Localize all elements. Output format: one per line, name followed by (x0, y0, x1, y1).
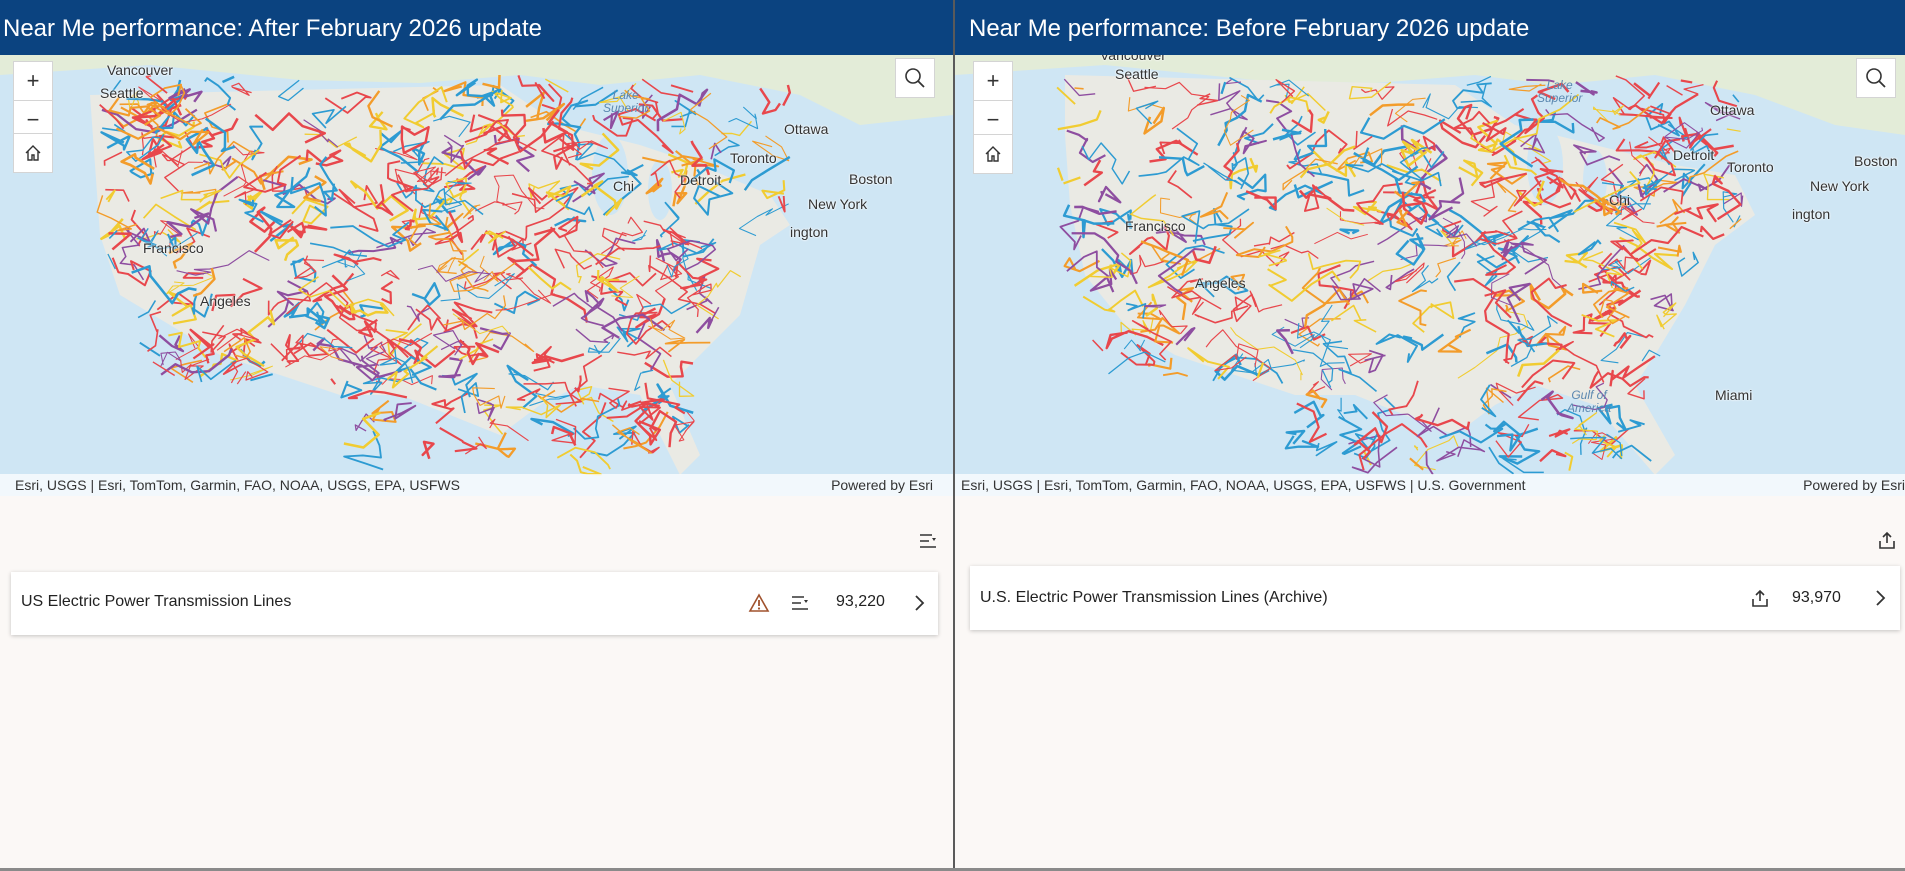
map-attribution: Esri, USGS | Esri, TomTom, Garmin, FAO, … (955, 474, 1905, 496)
layer-card[interactable]: US Electric Power Transmission Lines 93,… (11, 572, 938, 635)
chevron-right-icon (1876, 590, 1886, 606)
city-label: Francisco (143, 240, 204, 256)
search-icon (905, 68, 925, 88)
city-label: Chi (613, 178, 635, 194)
city-label: Toronto (730, 150, 777, 166)
city-label: Francisco (1125, 218, 1186, 234)
feature-count: 93,220 (836, 593, 885, 610)
city-label: Detroit (680, 172, 722, 188)
zoom-in-button[interactable]: + (973, 61, 1013, 101)
city-label: Miami (1715, 387, 1753, 403)
city-label: ington (1792, 206, 1831, 222)
warning-icon (748, 593, 770, 612)
left-panel: Near Me performance: After February 2026… (0, 0, 953, 871)
layer-name: U.S. Electric Power Transmission Lines (… (980, 589, 1328, 606)
city-label: Boston (1854, 153, 1898, 169)
filter-button[interactable] (788, 591, 812, 615)
export-button[interactable] (1872, 525, 1902, 555)
city-label: Angeles (200, 293, 251, 309)
basemap (955, 55, 1905, 496)
zoom-in-button[interactable]: + (13, 61, 53, 101)
city-label: Vancouver (107, 62, 173, 78)
powered-by-link[interactable]: Powered by Esri (1803, 474, 1905, 496)
filter-icon (920, 534, 936, 548)
city-label: New York (808, 196, 868, 212)
city-label: Angeles (1195, 275, 1246, 291)
city-label: Chi (1609, 192, 1631, 208)
export-icon (1752, 589, 1768, 607)
water-label: Lake Superior (603, 88, 649, 115)
feature-count: 93,970 (1792, 589, 1841, 606)
city-label: Seattle (1115, 66, 1159, 82)
map-view[interactable]: Vancouver Seattle Francisco Angeles Otta… (0, 55, 953, 496)
city-label: Ottawa (784, 121, 829, 137)
attribution-text: Esri, USGS | Esri, TomTom, Garmin, FAO, … (15, 477, 460, 493)
filter-icon (792, 596, 808, 610)
warning-button[interactable] (747, 591, 771, 615)
layer-name: US Electric Power Transmission Lines (21, 593, 292, 610)
export-icon (1879, 531, 1895, 549)
powered-by-link[interactable]: Powered by Esri (831, 474, 933, 496)
city-label: Vancouver (1100, 55, 1166, 63)
city-label: Ottawa (1710, 102, 1755, 118)
city-label: Detroit (1673, 147, 1715, 163)
city-label: Toronto (1727, 159, 1774, 175)
map-attribution: Esri, USGS | Esri, TomTom, Garmin, FAO, … (0, 474, 953, 496)
search-icon (1866, 68, 1886, 88)
home-icon (985, 146, 1001, 162)
home-icon (25, 145, 41, 161)
panel-title: Near Me performance: Before February 202… (955, 0, 1905, 55)
city-label: Boston (849, 171, 893, 187)
layer-card[interactable]: U.S. Electric Power Transmission Lines (… (970, 566, 1900, 630)
city-label: New York (1810, 178, 1870, 194)
home-button[interactable] (973, 134, 1013, 174)
city-label: Seattle (100, 85, 144, 101)
transmission-line (1074, 87, 1084, 90)
search-button[interactable] (1856, 58, 1896, 98)
export-button[interactable] (1748, 586, 1772, 610)
home-button[interactable] (13, 133, 53, 173)
panel-title: Near Me performance: After February 2026… (0, 0, 953, 55)
filter-button[interactable] (913, 526, 943, 556)
search-button[interactable] (895, 58, 935, 98)
water-label: Lake Superior (1537, 78, 1583, 105)
chevron-right-icon (915, 595, 925, 611)
right-panel: Near Me performance: Before February 202… (955, 0, 1905, 871)
open-layer-button[interactable] (909, 591, 929, 615)
transmission-line (1144, 304, 1167, 308)
map-view[interactable]: Vancouver Seattle Francisco Angeles Otta… (955, 55, 1905, 496)
open-layer-button[interactable] (1870, 586, 1890, 610)
city-label: ington (790, 224, 829, 240)
water-label: Gulf of America (1567, 388, 1612, 415)
attribution-text: Esri, USGS | Esri, TomTom, Garmin, FAO, … (961, 477, 1526, 493)
